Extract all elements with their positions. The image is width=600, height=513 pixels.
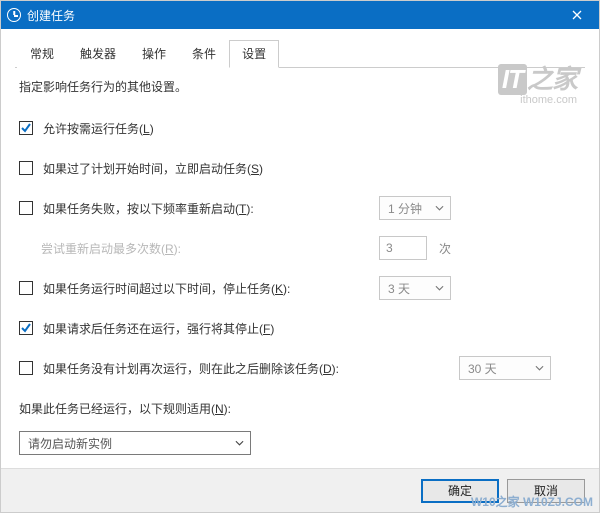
label-max-restarts: 尝试重新启动最多次数(R): xyxy=(41,240,181,257)
tab-conditions[interactable]: 条件 xyxy=(179,40,229,68)
chevron-down-icon xyxy=(235,440,244,446)
settings-pane: 指定影响任务行为的其他设置。 允许按需运行任务(L) 如果过了计划开始时间，立即… xyxy=(15,68,585,455)
checkbox-allow-on-demand[interactable] xyxy=(19,121,33,135)
row-allow-on-demand: 允许按需运行任务(L) xyxy=(19,117,581,139)
tab-general[interactable]: 常规 xyxy=(17,40,67,68)
tab-actions[interactable]: 操作 xyxy=(129,40,179,68)
window-title: 创建任务 xyxy=(27,7,75,24)
close-button[interactable] xyxy=(555,1,599,29)
label-force-stop: 如果请求后任务还在运行，强行将其停止(F) xyxy=(43,320,274,337)
label-run-if-missed: 如果过了计划开始时间，立即启动任务(S) xyxy=(43,160,263,177)
row-delete-if-not-scheduled: 如果任务没有计划再次运行，则在此之后删除该任务(D): 30 天 xyxy=(19,357,581,379)
tab-strip: 常规 触发器 操作 条件 设置 xyxy=(15,39,585,68)
checkbox-force-stop[interactable] xyxy=(19,321,33,335)
select-delete-after[interactable]: 30 天 xyxy=(459,356,551,380)
label-allow-on-demand: 允许按需运行任务(L) xyxy=(43,120,154,137)
tab-settings[interactable]: 设置 xyxy=(229,40,279,68)
checkbox-delete-if-not-scheduled[interactable] xyxy=(19,361,33,375)
checkbox-stop-if-long[interactable] xyxy=(19,281,33,295)
titlebar: 创建任务 xyxy=(1,1,599,29)
checkbox-restart-on-fail[interactable] xyxy=(19,201,33,215)
cancel-button[interactable]: 取消 xyxy=(507,479,585,503)
select-rule[interactable]: 请勿启动新实例 xyxy=(19,431,251,455)
chevron-down-icon xyxy=(435,205,444,211)
content-area: IT之家 ithome.com 常规 触发器 操作 条件 设置 指定影响任务行为… xyxy=(1,29,599,455)
row-restart-on-fail: 如果任务失败，按以下频率重新启动(T): 1 分钟 xyxy=(19,197,581,219)
row-max-restarts: 尝试重新启动最多次数(R): 3 次 xyxy=(19,237,581,259)
ok-button[interactable]: 确定 xyxy=(421,479,499,503)
checkbox-run-if-missed[interactable] xyxy=(19,161,33,175)
tab-triggers[interactable]: 触发器 xyxy=(67,40,129,68)
label-delete-if-not-scheduled: 如果任务没有计划再次运行，则在此之后删除该任务(D): xyxy=(43,360,339,377)
label-rule: 如果此任务已经运行，以下规则适用(N): xyxy=(19,400,231,417)
label-stop-if-long: 如果任务运行时间超过以下时间，停止任务(K): xyxy=(43,280,290,297)
row-force-stop: 如果请求后任务还在运行，强行将其停止(F) xyxy=(19,317,581,339)
row-stop-if-long: 如果任务运行时间超过以下时间，停止任务(K): 3 天 xyxy=(19,277,581,299)
label-max-restarts-unit: 次 xyxy=(439,240,451,257)
dialog-footer: 确定 取消 xyxy=(1,468,599,512)
chevron-down-icon xyxy=(535,365,544,371)
chevron-down-icon xyxy=(435,285,444,291)
close-icon xyxy=(572,10,582,20)
select-stop-duration[interactable]: 3 天 xyxy=(379,276,451,300)
settings-description: 指定影响任务行为的其他设置。 xyxy=(19,78,581,95)
row-run-if-missed: 如果过了计划开始时间，立即启动任务(S) xyxy=(19,157,581,179)
input-max-restarts[interactable]: 3 xyxy=(379,236,427,260)
select-restart-interval[interactable]: 1 分钟 xyxy=(379,196,451,220)
row-rule-label: 如果此任务已经运行，以下规则适用(N): xyxy=(19,397,581,419)
clock-icon xyxy=(7,8,21,22)
label-restart-on-fail: 如果任务失败，按以下频率重新启动(T): xyxy=(43,200,254,217)
